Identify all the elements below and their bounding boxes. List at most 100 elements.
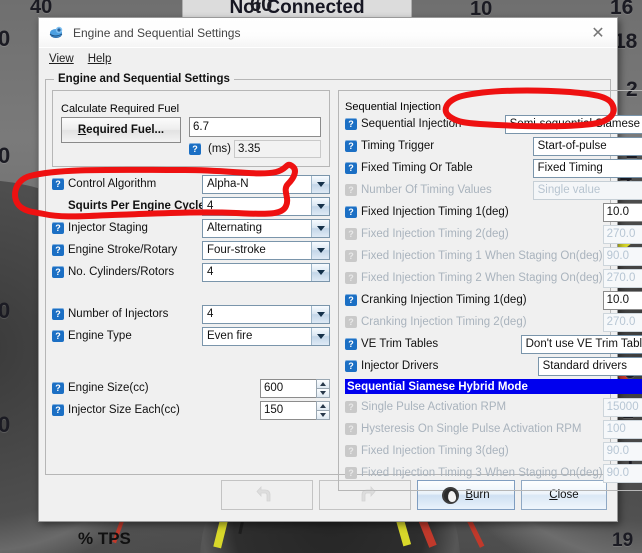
help-icon[interactable]: ? (345, 294, 357, 306)
injector-size-each-cc-spinner[interactable]: 150 (260, 400, 330, 420)
ve-trim-tables-label-text: VE Trim Tables (361, 338, 439, 350)
injector-drivers-label-text: Injector Drivers (361, 360, 439, 372)
engine-size-cc-label: ? Engine Size(cc) (52, 382, 202, 394)
chevron-down-icon[interactable] (311, 327, 329, 345)
no-cylinders-rotors-combo[interactable]: 4 (202, 262, 330, 282)
fixed-injection-timing-1-when-staging-on-deg-label: ? Fixed Injection Timing 1 When Staging O… (345, 250, 603, 262)
number-of-injectors-combo[interactable]: 4 (202, 304, 330, 324)
row-fixed-injection-timing-1-deg: ? Fixed Injection Timing 1(deg) 10.0 (345, 201, 642, 223)
row-cranking-injection-timing-1-deg: ? Cranking Injection Timing 1(deg) 10.0 (345, 289, 642, 311)
help-icon[interactable]: ? (52, 222, 64, 234)
engine-size-cc-spinner-value[interactable]: 600 (260, 378, 316, 398)
fixed-injection-timing-2-deg-label-text: Fixed Injection Timing 2(deg) (361, 228, 509, 240)
chevron-down-icon[interactable] (311, 263, 329, 281)
help-icon[interactable]: ? (52, 330, 64, 342)
left-column: Calculate Required Fuel Required Fuel...… (52, 88, 330, 468)
fixed-injection-timing-3-deg-label: ? Fixed Injection Timing 3(deg) (345, 445, 509, 457)
fixed-injection-timing-3-when-staging-on-deg-spinner: 90.0 (602, 463, 642, 483)
engine-stroke-rotary-combo[interactable]: Four-stroke (202, 240, 330, 260)
fixed-injection-timing-3-deg-control-wrap: 90.0 (602, 441, 642, 461)
row-fixed-injection-timing-3-deg: ? Fixed Injection Timing 3(deg) 90.0 (345, 440, 642, 462)
fixed-injection-timing-2-deg-control-wrap: 270.0 (602, 224, 642, 244)
required-fuel-value-field[interactable]: 6.7 (189, 117, 321, 137)
engine-size-cc-label-text: Engine Size(cc) (68, 382, 149, 394)
engine-stroke-rotary-control-wrap: Four-stroke (202, 240, 330, 260)
cranking-injection-timing-1-deg-label-text: Cranking Injection Timing 1(deg) (361, 294, 527, 306)
engine-size-cc-spinner-stepper[interactable] (316, 378, 330, 398)
cranking-injection-timing-1-deg-spinner[interactable]: 10.0 (602, 290, 642, 310)
injector-drivers-label: ? Injector Drivers (345, 360, 438, 372)
flame-icon (442, 486, 460, 504)
help-icon[interactable]: ? (345, 338, 357, 350)
help-icon[interactable]: ? (52, 244, 64, 256)
fixed-timing-or-table-combo[interactable]: Fixed Timing (532, 158, 642, 178)
control-algorithm-label: ? Control Algorithm (52, 178, 202, 190)
fixed-timing-or-table-label-text: Fixed Timing Or Table (361, 162, 473, 174)
chevron-down-icon[interactable] (311, 197, 329, 215)
left-settings-rows: ? Control Algorithm Alpha-N Squirts Per Eng… (52, 173, 330, 421)
help-icon[interactable]: ? (52, 404, 64, 416)
chevron-down-icon[interactable] (311, 219, 329, 237)
engine-type-control-wrap: Even fire (202, 326, 330, 346)
control-algorithm-combo[interactable]: Alpha-N (202, 174, 330, 194)
squirts-per-engine-cycle-combo[interactable]: 4 (202, 196, 330, 216)
fixed-injection-timing-1-deg-spinner[interactable]: 10.0 (602, 202, 642, 222)
row-fixed-injection-timing-2-when-staging-on-deg: ? Fixed Injection Timing 2 When Staging O… (345, 267, 642, 289)
engine-type-combo[interactable]: Even fire (202, 326, 330, 346)
single-pulse-activation-rpm-label-text: Single Pulse Activation RPM (361, 401, 507, 413)
engine-size-cc-spinner[interactable]: 600 (260, 378, 330, 398)
injector-staging-label-text: Injector Staging (68, 222, 148, 234)
menu-view[interactable]: View (49, 53, 74, 65)
engine-size-cc-control-wrap: 600 (260, 378, 330, 398)
cranking-injection-timing-1-deg-spinner-value[interactable]: 10.0 (602, 290, 642, 310)
timing-trigger-combo[interactable]: Start-of-pulse (532, 136, 642, 156)
row-number-of-timing-values: ? Number Of Timing Values Single value (345, 179, 642, 201)
help-icon[interactable]: ? (345, 360, 357, 372)
ms-label: (ms) (208, 143, 231, 155)
close-icon[interactable]: ✕ (585, 22, 611, 44)
injector-size-each-cc-spinner-value[interactable]: 150 (260, 400, 316, 420)
stepper-up-icon[interactable] (316, 378, 330, 388)
menu-help[interactable]: Help (88, 53, 112, 65)
help-icon[interactable]: ? (52, 178, 64, 190)
chevron-down-icon[interactable] (311, 241, 329, 259)
stepper-up-icon[interactable] (316, 400, 330, 410)
help-icon[interactable]: ? (52, 266, 64, 278)
help-icon[interactable]: ? (345, 162, 357, 174)
help-icon[interactable]: ? (52, 308, 64, 320)
help-icon[interactable]: ? (345, 140, 357, 152)
gauge-number: 60 (250, 0, 273, 16)
help-icon[interactable]: ? (189, 143, 201, 155)
injector-staging-combo[interactable]: Alternating (202, 218, 330, 238)
sequential-injection-group: Sequential Injection ? Sequential Injecti… (338, 90, 642, 491)
chevron-down-icon[interactable] (311, 175, 329, 193)
stepper-down-icon[interactable] (316, 387, 330, 398)
injector-drivers-combo[interactable]: Standard drivers (537, 356, 642, 376)
sequential-injection-legend: Sequential Injection (345, 101, 442, 113)
sequential-injection-rows: ? Sequential Injection Semi-sequential Sia… (345, 113, 642, 377)
fixed-injection-timing-3-when-staging-on-deg-spinner-value: 90.0 (602, 463, 642, 483)
sequential-injection-combo[interactable]: Semi-sequential Siamese (504, 114, 642, 134)
injector-staging-combo-value: Alternating (203, 219, 311, 237)
calculate-required-fuel-legend: Calculate Required Fuel (61, 103, 180, 115)
row-hysteresis-on-single-pulse-activation-rpm: ? Hysteresis On Single Pulse Activation R… (345, 418, 642, 440)
help-icon: ? (345, 401, 357, 413)
help-icon[interactable]: ? (345, 206, 357, 218)
fixed-injection-timing-1-deg-spinner-value[interactable]: 10.0 (602, 202, 642, 222)
undo-button[interactable] (221, 480, 313, 510)
required-fuel-button[interactable]: Required Fuel... (61, 117, 181, 143)
help-icon: ? (345, 467, 357, 479)
engine-stroke-rotary-combo-value: Four-stroke (203, 241, 311, 259)
injector-size-each-cc-spinner-stepper[interactable] (316, 400, 330, 420)
hysteresis-on-single-pulse-activation-rpm-spinner: 100 (602, 419, 642, 439)
no-cylinders-rotors-combo-value: 4 (203, 263, 311, 281)
cranking-injection-timing-1-deg-label: ? Cranking Injection Timing 1(deg) (345, 294, 527, 306)
chevron-down-icon[interactable] (311, 305, 329, 323)
help-icon[interactable]: ? (345, 118, 357, 130)
injector-staging-label: ? Injector Staging (52, 222, 202, 234)
stepper-down-icon[interactable] (316, 409, 330, 420)
ve-trim-tables-combo[interactable]: Don't use VE Trim Tables (520, 334, 642, 354)
gauge-number: 19 (612, 530, 634, 551)
help-icon[interactable]: ? (52, 382, 64, 394)
menubar: View Help (39, 48, 617, 69)
